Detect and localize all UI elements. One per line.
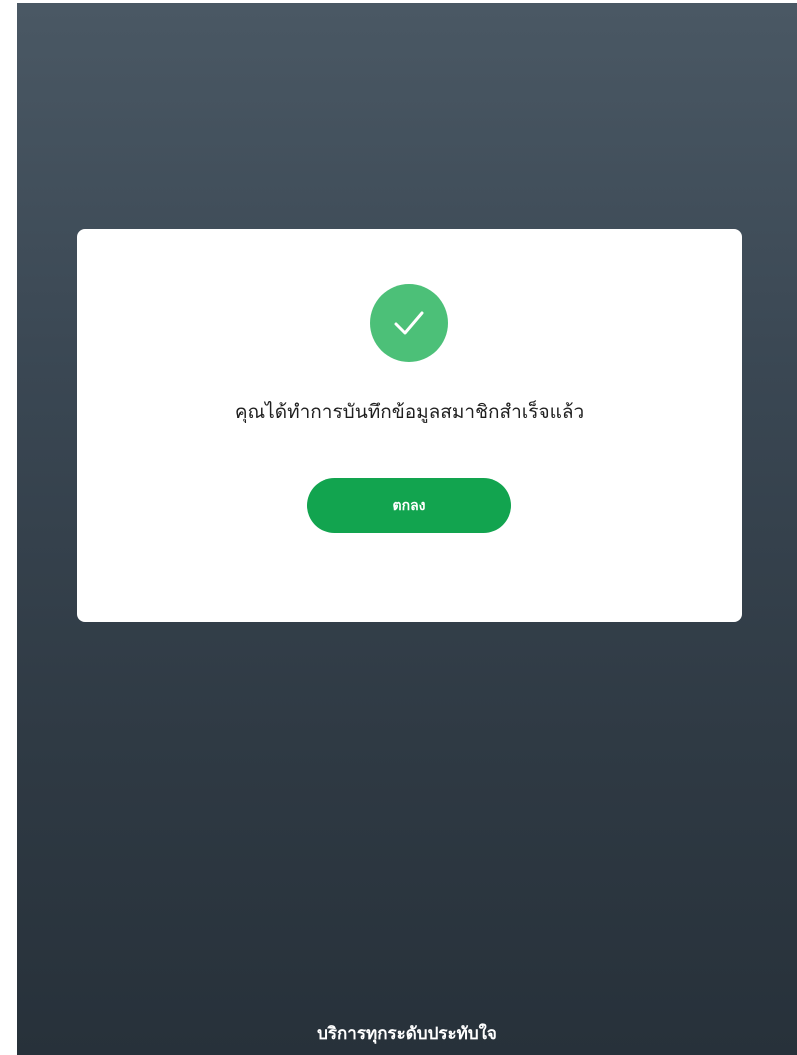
success-dialog: คุณได้ทำการบันทึกข้อมูลสมาชิกสำเร็จแล้ว … — [77, 229, 742, 622]
success-badge — [370, 284, 448, 362]
footer-slogan: บริการทุกระดับประทับใจ — [317, 1024, 497, 1044]
ok-button[interactable]: ตกลง — [307, 478, 511, 533]
app-screen: คุณได้ทำการบันทึกข้อมูลสมาชิกสำเร็จแล้ว … — [17, 3, 797, 1055]
success-message: คุณได้ทำการบันทึกข้อมูลสมาชิกสำเร็จแล้ว — [234, 401, 585, 423]
checkmark-icon — [394, 311, 424, 335]
